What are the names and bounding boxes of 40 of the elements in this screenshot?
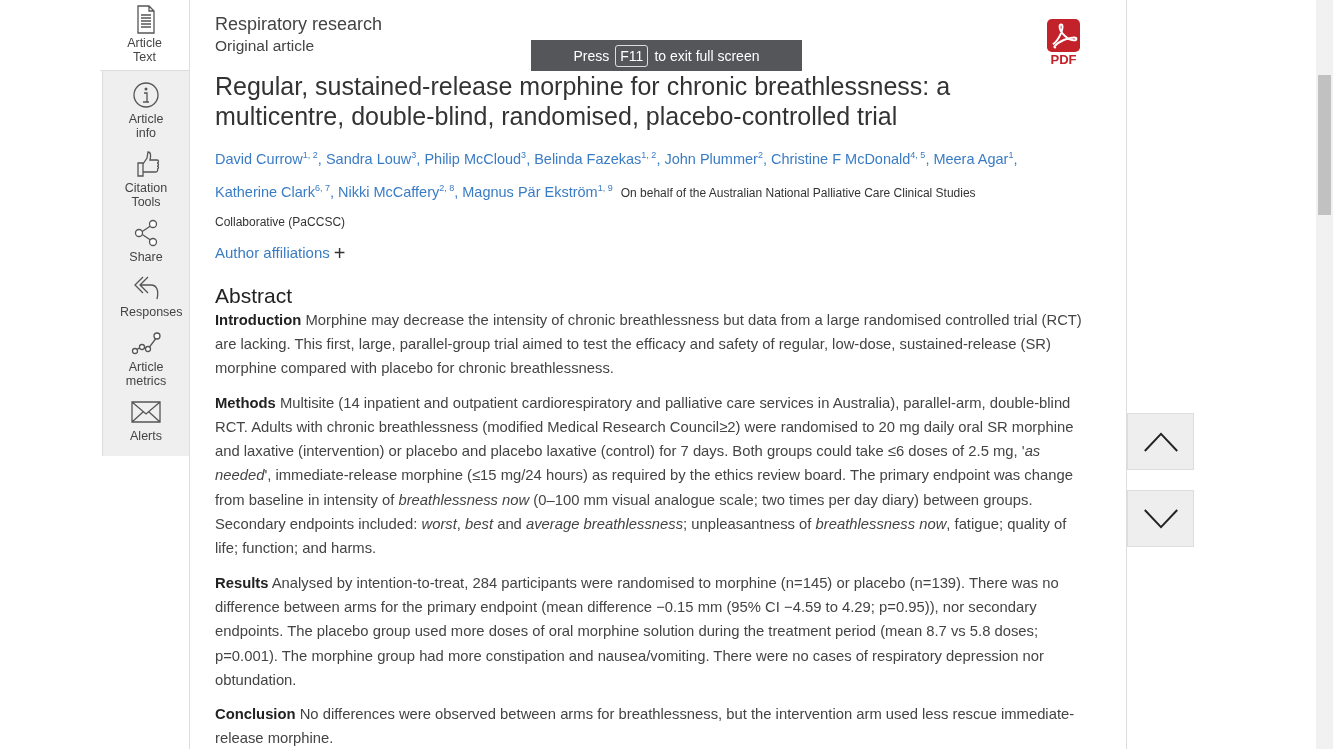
scroll-up-button[interactable] [1127, 413, 1194, 470]
author-link[interactable]: Belinda Fazekas$^{1, 2}$, [534, 141, 661, 174]
expand-toggle[interactable]: + [333, 243, 346, 262]
abstract-paragraph: Introduction Morphine may decrease the intensity of chronic breathlessness but data from a large randomised controlled trial (RCT) are lacking. This first, large, parallel-group trial aimed to test the efficacy and safety of regular, low-dose, sustained-release (SR) morphine compared with placebo for chronic breathlessness. [215, 310, 1083, 379]
author-link[interactable]: John Plummer$^{2}$, [664, 141, 767, 174]
scrollbar[interactable] [1316, 0, 1333, 749]
author-link[interactable]: Magnus Pär Ekström$^{1, 9}$ [462, 173, 613, 207]
author-link[interactable]: Philip McCloud$^{3}$, [424, 141, 531, 174]
pdf-icon [1047, 19, 1080, 52]
abstract-paragraph: Results Analysed by intention-to-treat, 284 participants were randomised to morphine (n=145) or placebo (n=139). There was no difference between arms for the primary endpoint (mean difference −0.15 mm (95% CI −4.59 to 4.29; p=0.95)), nor secondary endpoints. The placebo group used more doses of oral morphine solution during the treatment period (mean 8.7 vs 5.8 doses; p=0.001). The morphine group had more constipation and nausea/vomiting. There were no cases of respiratory depression nor obtundation. [215, 573, 1060, 690]
author-link[interactable]: Meera Agar$^{1}$, [933, 141, 1018, 174]
scrollbar-thumb[interactable] [1318, 75, 1331, 215]
notice-text: Press [573, 47, 610, 64]
section-label: Respiratory research [215, 14, 383, 35]
author-link[interactable]: Katherine Clark$^{6, 7}$, [215, 173, 334, 207]
abstract-paragraph: Methods Multisite (14 inpatient and outpatient cardiorespiratory and palliative care services in Australia), parallel-arm, double-blind RCT. Adults with chronic breathlessness (modified Medical Research Council≥2) were randomised to 20 mg daily oral SR morphine and laxative (intervention) or placebo and placebo laxative (control) for 7 days. Both groups could take ≤6 doses of 2.5 mg, 'as needed', immediate-release morphine (≤15 mg/24 hours) as required by the ethics review board. The primary endpoint was change from baseline in intensity of breathlessness now (0–100 mm visual analogue scale; two times per day diary) between groups. Secondary endpoints included: worst, best and average breathlessness; unpleasantness of breathlessness now, fatigue; quality of life; function; and harms. [215, 393, 1075, 559]
affiliations-link[interactable]: Author affiliations [215, 244, 330, 262]
author-link[interactable]: Christine F McDonald$^{4, 5}$, [770, 141, 930, 174]
key-label: F11 [615, 44, 649, 67]
abstract-paragraph: Conclusion No differences were observed between arms for breathlessness, but the intervention arm used less rescue immediate-release morphine. [215, 705, 1076, 749]
pdf-link[interactable]: PDF [1047, 19, 1080, 67]
sidebar-tab[interactable]: Article info [103, 76, 189, 146]
article-title: Regular, sustained-release morphine for chronic breathlessness: a multicentre, double-blind, randomised, placebo-controlled trial [215, 71, 952, 131]
group-text: Collaborative (PaCCSC) [215, 213, 346, 231]
author-link[interactable]: David Currow$^{1, 2}$, [215, 141, 322, 174]
sidebar-tab[interactable]: Share [103, 214, 189, 270]
chevron-down-icon [1142, 507, 1179, 530]
abstract-heading: Abstract [215, 283, 294, 308]
sidebar-tab[interactable]: Article Text [100, 0, 189, 71]
author-link[interactable]: Nikki McCaffery$^{2, 8}$, [338, 173, 459, 207]
sidebar-tab[interactable]: Article metrics [103, 324, 189, 394]
scroll-down-button[interactable] [1127, 490, 1194, 547]
article-type: Original article [215, 37, 316, 55]
sidebar-tab[interactable]: Citation Tools [103, 145, 189, 215]
group-text: On behalf of the Australian National Palliative Care Clinical Studies [620, 184, 976, 202]
sidebar-tab[interactable]: Alerts [103, 393, 189, 449]
notice-text: to exit full screen [654, 47, 760, 64]
chevron-up-icon [1142, 430, 1179, 453]
sidebar-tab[interactable]: Responses [103, 269, 189, 325]
author-link[interactable]: Sandra Louw$^{3}$, [325, 141, 421, 174]
